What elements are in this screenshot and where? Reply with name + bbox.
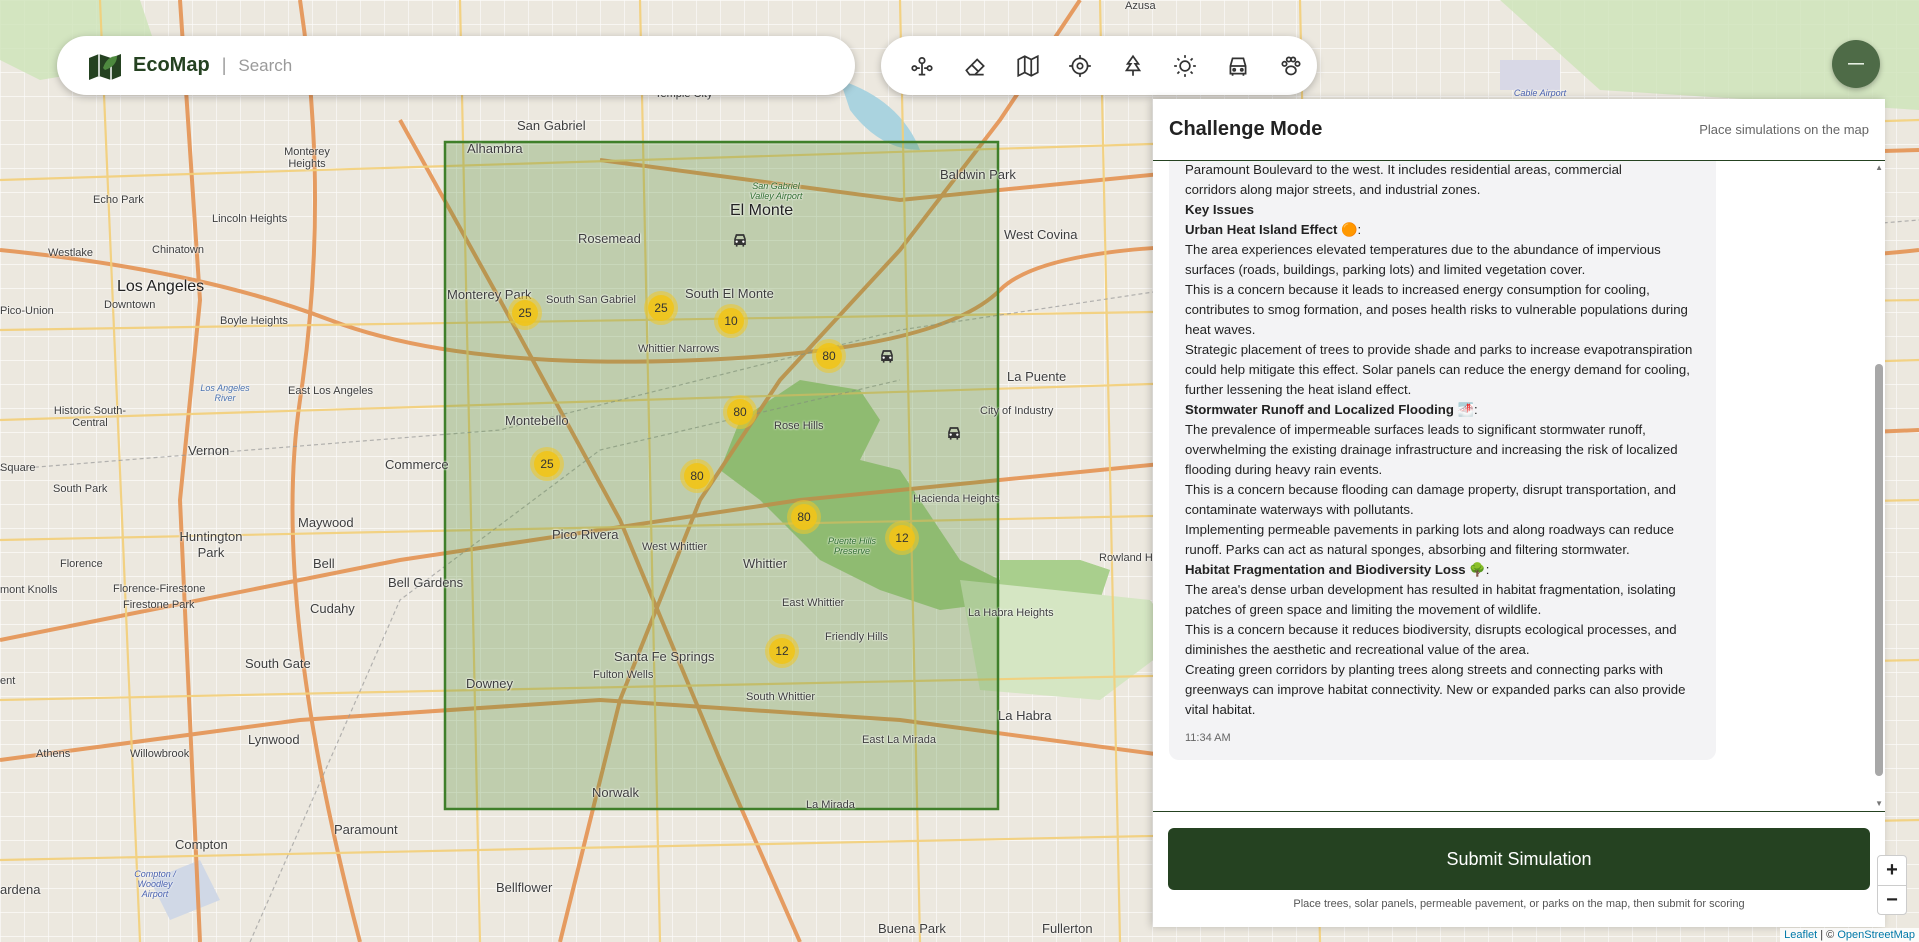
cluster-marker[interactable]: 80 bbox=[680, 459, 714, 493]
message-time: 11:34 AM bbox=[1185, 732, 1231, 744]
message-text: Paramount Boulevard to the west. It incl… bbox=[1185, 162, 1622, 177]
app-name: EcoMap bbox=[133, 54, 210, 76]
key-issues-heading: Key Issues bbox=[1185, 202, 1254, 217]
scroll-down-icon[interactable]: ▼ bbox=[1875, 799, 1883, 808]
attribution-separator: | © bbox=[1817, 929, 1838, 941]
tool-map-button[interactable] bbox=[1001, 39, 1054, 93]
issue-paragraph: The area experiences elevated temperatur… bbox=[1185, 242, 1661, 277]
issue-paragraph: This is a concern because it leads to in… bbox=[1185, 282, 1688, 337]
eraser-icon bbox=[965, 57, 985, 76]
paw-icon bbox=[1281, 55, 1301, 75]
brand-separator: | bbox=[221, 55, 227, 75]
cluster-count: 10 bbox=[718, 308, 744, 334]
issue-title: Urban Heat Island Effect bbox=[1185, 222, 1338, 237]
cluster-count: 80 bbox=[727, 399, 753, 425]
issue-paragraph: The prevalence of impermeable surfaces l… bbox=[1185, 422, 1678, 477]
cluster-marker[interactable]: 80 bbox=[787, 500, 821, 534]
tree-emoji: 🌳 bbox=[1469, 562, 1486, 577]
tool-wildlife-button[interactable] bbox=[1264, 39, 1317, 93]
submit-simulation-button[interactable]: Submit Simulation bbox=[1168, 828, 1870, 890]
cluster-marker[interactable]: 12 bbox=[765, 634, 799, 668]
scroll-up-icon[interactable]: ▲ bbox=[1875, 163, 1883, 172]
tool-target-button[interactable] bbox=[1054, 39, 1107, 93]
cluster-count: 80 bbox=[684, 463, 710, 489]
tool-solar-button[interactable] bbox=[1159, 39, 1212, 93]
cluster-marker[interactable]: 25 bbox=[508, 296, 542, 330]
car-icon bbox=[1229, 57, 1247, 76]
cluster-count: 80 bbox=[816, 343, 842, 369]
cluster-count: 12 bbox=[769, 638, 795, 664]
issue-paragraph: Strategic placement of trees to provide … bbox=[1185, 342, 1693, 397]
flood-emoji: 🌁 bbox=[1457, 402, 1474, 417]
selection-area bbox=[443, 140, 1000, 811]
heat-emoji: 🟠 bbox=[1341, 222, 1358, 237]
panel-footer: Submit Simulation Place trees, solar pan… bbox=[1153, 811, 1885, 927]
tree-icon bbox=[1124, 54, 1141, 76]
minus-icon bbox=[1848, 63, 1864, 65]
cluster-marker[interactable]: 12 bbox=[885, 521, 919, 555]
ecomap-logo-icon bbox=[89, 53, 121, 80]
tool-eraser-button[interactable] bbox=[949, 39, 1002, 93]
zoom-in-button[interactable]: + bbox=[1878, 856, 1906, 885]
car-marker-icon[interactable] bbox=[877, 346, 897, 366]
issue-paragraph: The area's dense urban development has r… bbox=[1185, 582, 1676, 617]
issue-paragraph: Creating green corridors by planting tre… bbox=[1185, 662, 1686, 717]
leaflet-link[interactable]: Leaflet bbox=[1784, 929, 1817, 941]
scroll-thumb[interactable] bbox=[1875, 364, 1883, 776]
menu-toggle-button[interactable] bbox=[1832, 40, 1880, 88]
cluster-count: 25 bbox=[648, 295, 674, 321]
cluster-count: 80 bbox=[791, 504, 817, 530]
tool-vehicle-button[interactable] bbox=[1212, 39, 1265, 93]
map-attribution: Leaflet | © OpenStreetMap bbox=[1780, 928, 1919, 942]
cluster-marker[interactable]: 25 bbox=[644, 291, 678, 325]
challenge-panel: Challenge Mode Place simulations on the … bbox=[1153, 99, 1885, 927]
cluster-count: 12 bbox=[889, 525, 915, 551]
zoom-control: + − bbox=[1877, 855, 1907, 915]
issue-paragraph: This is a concern because flooding can d… bbox=[1185, 482, 1676, 517]
panel-header: Challenge Mode Place simulations on the … bbox=[1153, 99, 1885, 161]
target-icon bbox=[1069, 54, 1092, 77]
tool-network-button[interactable] bbox=[896, 39, 949, 93]
cluster-count: 25 bbox=[512, 300, 538, 326]
message-text: corridors along major streets, and indus… bbox=[1185, 182, 1481, 197]
issue-title: Stormwater Runoff and Localized Flooding bbox=[1185, 402, 1454, 417]
osm-link[interactable]: OpenStreetMap bbox=[1837, 929, 1915, 941]
search-input[interactable] bbox=[238, 55, 799, 76]
panel-title: Challenge Mode bbox=[1169, 118, 1323, 140]
car-marker-icon[interactable] bbox=[944, 423, 964, 443]
issue-paragraph: Implementing permeable pavements in park… bbox=[1185, 522, 1674, 557]
sprout-network-icon bbox=[911, 56, 933, 76]
tool-tree-button[interactable] bbox=[1107, 39, 1160, 93]
zoom-out-button[interactable]: − bbox=[1878, 885, 1906, 914]
cluster-marker[interactable]: 10 bbox=[714, 304, 748, 338]
tool-bar bbox=[881, 36, 1317, 95]
car-marker-icon[interactable] bbox=[730, 230, 750, 250]
footer-note: Place trees, solar panels, permeable pav… bbox=[1293, 898, 1745, 910]
cluster-marker[interactable]: 80 bbox=[723, 395, 757, 429]
sun-icon bbox=[1174, 54, 1197, 77]
cluster-count: 25 bbox=[534, 451, 560, 477]
cluster-marker[interactable]: 25 bbox=[530, 447, 564, 481]
issue-paragraph: This is a concern because it reduces bio… bbox=[1185, 622, 1677, 657]
assistant-message: Paramount Boulevard to the west. It incl… bbox=[1169, 161, 1716, 760]
message-scrollbar[interactable]: ▲ ▼ bbox=[1873, 161, 1885, 811]
search-bar: EcoMap | bbox=[57, 36, 855, 95]
panel-hint: Place simulations on the map bbox=[1699, 122, 1869, 137]
cluster-marker[interactable]: 80 bbox=[812, 339, 846, 373]
message-list[interactable]: Paramount Boulevard to the west. It incl… bbox=[1153, 161, 1885, 811]
map-icon bbox=[1016, 54, 1039, 77]
issue-title: Habitat Fragmentation and Biodiversity L… bbox=[1185, 562, 1466, 577]
